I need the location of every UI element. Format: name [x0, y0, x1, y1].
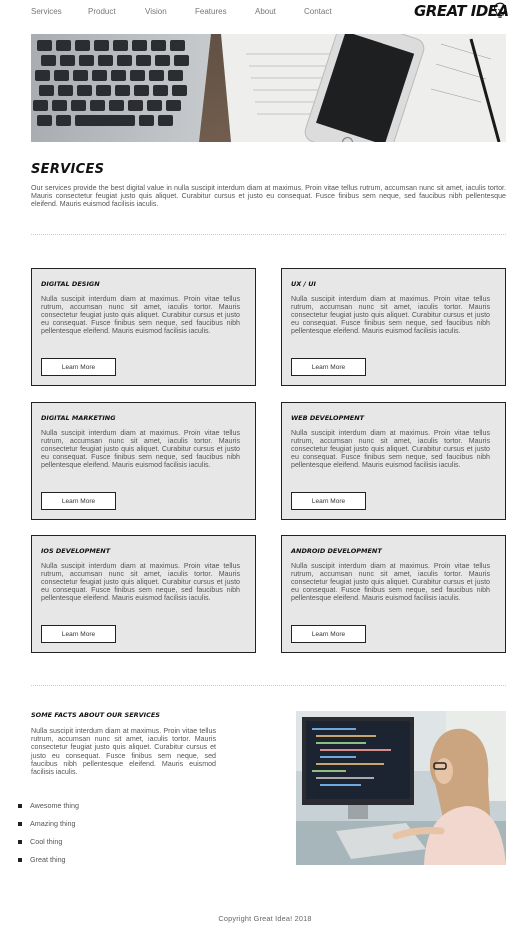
- card-title: IOS DEVELOPMENT: [41, 547, 111, 555]
- bullet-icon: [18, 804, 22, 808]
- learn-more-button[interactable]: Learn More: [41, 492, 116, 510]
- card-title: WEB DEVELOPMENT: [291, 414, 365, 422]
- bullet-icon: [18, 822, 22, 826]
- card-text: Nulla suscipit interdum diam at maximus.…: [41, 562, 240, 603]
- service-card-ux-ui: UX / UI Nulla suscipit interdum diam at …: [281, 268, 506, 386]
- list-item-label: Amazing thing: [30, 819, 76, 828]
- nav-link-about[interactable]: About: [255, 7, 276, 16]
- nav-link-vision[interactable]: Vision: [145, 7, 167, 16]
- nav-link-contact[interactable]: Contact: [304, 7, 332, 16]
- section-divider: [31, 234, 506, 235]
- top-navigation: Services Product Vision Features About C…: [0, 0, 530, 30]
- service-card-digital-marketing: DIGITAL MARKETING Nulla suscipit interdu…: [31, 402, 256, 520]
- list-item: Awesome thing: [18, 801, 79, 819]
- learn-more-button[interactable]: Learn More: [291, 625, 366, 643]
- lightbulb-icon: [494, 2, 506, 18]
- card-title: ANDROID DEVELOPMENT: [291, 547, 382, 555]
- list-item: Great thing: [18, 855, 79, 873]
- card-text: Nulla suscipit interdum diam at maximus.…: [291, 295, 490, 336]
- services-title: SERVICES: [31, 162, 105, 177]
- list-item: Cool thing: [18, 837, 79, 855]
- learn-more-button[interactable]: Learn More: [41, 358, 116, 376]
- list-item: Amazing thing: [18, 819, 79, 837]
- list-item-label: Awesome thing: [30, 801, 80, 810]
- facts-list: Awesome thing Amazing thing Cool thing G…: [18, 801, 79, 873]
- footer-copyright: Copyright Great Idea! 2018: [218, 914, 312, 923]
- list-item-label: Great thing: [30, 855, 66, 864]
- service-card-digital-design: DIGITAL DESIGN Nulla suscipit interdum d…: [31, 268, 256, 386]
- facts-description: Nulla suscipit interdum diam at maximus.…: [31, 727, 216, 777]
- nav-link-features[interactable]: Features: [195, 7, 227, 16]
- card-title: DIGITAL DESIGN: [41, 280, 100, 288]
- learn-more-button[interactable]: Learn More: [291, 358, 366, 376]
- card-text: Nulla suscipit interdum diam at maximus.…: [291, 429, 490, 470]
- facts-title: SOME FACTS ABOUT OUR SERVICES: [31, 711, 160, 719]
- nav-link-product[interactable]: Product: [88, 7, 116, 16]
- developer-photo: [296, 711, 506, 865]
- bullet-icon: [18, 840, 22, 844]
- hero-image: [31, 34, 506, 142]
- card-text: Nulla suscipit interdum diam at maximus.…: [41, 295, 240, 336]
- list-item-label: Cool thing: [30, 837, 63, 846]
- learn-more-button[interactable]: Learn More: [41, 625, 116, 643]
- service-card-web-development: WEB DEVELOPMENT Nulla suscipit interdum …: [281, 402, 506, 520]
- service-card-ios-development: IOS DEVELOPMENT Nulla suscipit interdum …: [31, 535, 256, 653]
- card-text: Nulla suscipit interdum diam at maximus.…: [291, 562, 490, 603]
- nav-link-services[interactable]: Services: [31, 7, 62, 16]
- learn-more-button[interactable]: Learn More: [291, 492, 366, 510]
- card-title: UX / UI: [291, 280, 316, 288]
- services-description: Our services provide the best digital va…: [31, 184, 506, 209]
- service-card-android-development: ANDROID DEVELOPMENT Nulla suscipit inter…: [281, 535, 506, 653]
- card-title: DIGITAL MARKETING: [41, 414, 116, 422]
- card-text: Nulla suscipit interdum diam at maximus.…: [41, 429, 240, 470]
- section-divider: [31, 685, 506, 686]
- bullet-icon: [18, 858, 22, 862]
